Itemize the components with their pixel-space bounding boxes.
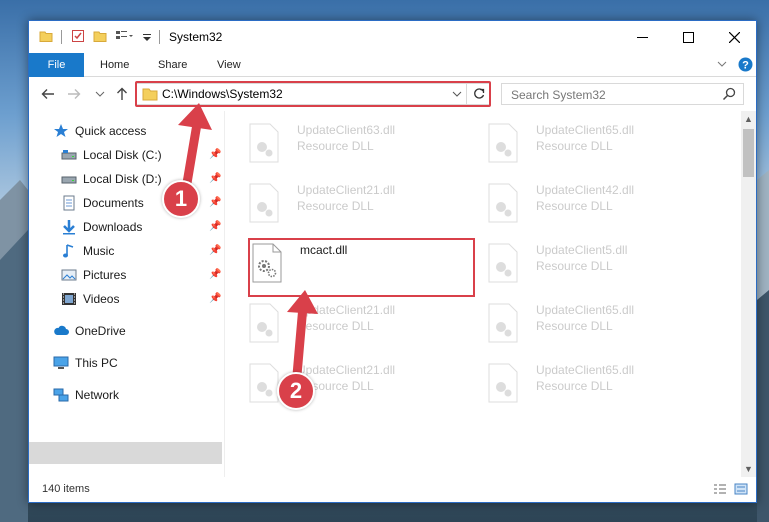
step-badge-2: 2 bbox=[277, 372, 315, 410]
annotation-arrows bbox=[178, 103, 318, 380]
step-badge-1: 1 bbox=[162, 180, 200, 218]
